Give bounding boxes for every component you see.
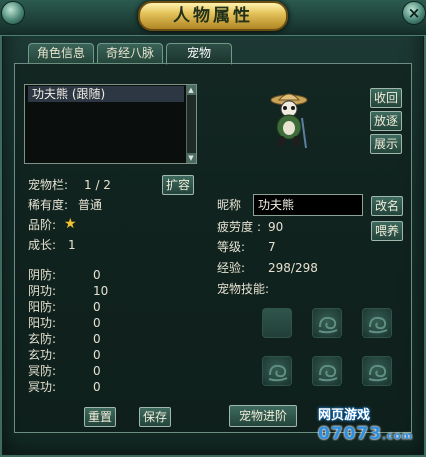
growth-value: 1	[68, 238, 76, 252]
reset-button[interactable]: 重置	[84, 407, 116, 427]
pet-list-scrollbar[interactable]	[186, 85, 196, 163]
experience-label: 经验:	[217, 261, 246, 275]
stat-value: 10	[93, 284, 109, 298]
stat-value: 0	[93, 380, 101, 394]
stat-label: 玄功:	[28, 348, 57, 362]
fatigue-value: 90	[268, 220, 284, 234]
skill-swirl-icon	[368, 364, 388, 382]
level-label: 等级:	[217, 240, 246, 254]
stat-label: 阴功:	[28, 284, 57, 298]
skill-swirl-icon	[318, 316, 338, 334]
skill-slot[interactable]	[362, 308, 392, 338]
window-ornament-icon	[1, 1, 25, 25]
show-button[interactable]: 展示	[370, 134, 402, 154]
nickname-input[interactable]: 功夫熊	[253, 194, 363, 216]
close-icon[interactable]: ×	[402, 1, 426, 25]
grade-label: 品阶:	[28, 218, 57, 232]
pet-advance-button[interactable]: 宠物进阶	[229, 405, 297, 427]
stat-value: 0	[93, 268, 101, 282]
pet-slots-label: 宠物栏:	[28, 178, 69, 192]
fatigue-separator: :	[257, 220, 262, 234]
stat-value: 0	[93, 316, 101, 330]
stat-value: 0	[93, 332, 101, 346]
rarity-value: 普通	[78, 198, 103, 212]
rename-button[interactable]: 改名	[371, 196, 403, 216]
stat-label: 玄防:	[28, 332, 57, 346]
skill-slot[interactable]	[262, 308, 292, 338]
skill-swirl-icon	[268, 364, 288, 382]
release-button[interactable]: 放逐	[370, 111, 402, 131]
nickname-label: 昵称	[217, 198, 242, 212]
skill-swirl-icon	[318, 364, 338, 382]
tab-pet[interactable]: 宠物	[166, 43, 232, 65]
skill-slot[interactable]	[362, 356, 392, 386]
skill-swirl-icon	[368, 316, 388, 334]
stat-label: 阳功:	[28, 316, 57, 330]
stat-value: 0	[93, 300, 101, 314]
watermark-number: 07073	[318, 424, 383, 444]
skill-slot[interactable]	[312, 356, 342, 386]
grade-star-icon: ★	[64, 216, 77, 232]
experience-value: 298/298	[268, 261, 318, 275]
save-button[interactable]: 保存	[139, 407, 171, 427]
stat-label: 阴防:	[28, 268, 57, 282]
recall-button[interactable]: 收回	[370, 88, 402, 108]
watermark-text-bottom: 07073.com	[318, 424, 413, 444]
rarity-label: 稀有度:	[28, 198, 69, 212]
pet-skills-label: 宠物技能:	[217, 282, 270, 296]
stat-label: 阳防:	[28, 300, 57, 314]
feed-button[interactable]: 喂养	[371, 221, 403, 241]
expand-slots-button[interactable]: 扩容	[162, 175, 194, 195]
skill-slot[interactable]	[262, 356, 292, 386]
level-value: 7	[268, 240, 276, 254]
stat-value: 0	[93, 348, 101, 362]
pet-portrait	[266, 90, 312, 152]
skill-slot[interactable]	[312, 308, 342, 338]
tab-character-info[interactable]: 角色信息	[28, 43, 94, 64]
fatigue-label: 疲劳度	[217, 220, 254, 234]
window-title: 人物属性	[173, 6, 253, 26]
stat-label: 冥功:	[28, 380, 57, 394]
watermark-suffix: .com	[382, 431, 414, 442]
stat-label: 冥防:	[28, 364, 57, 378]
growth-label: 成长:	[28, 238, 57, 252]
scroll-down-icon[interactable]: ▼	[186, 153, 196, 163]
scroll-up-icon[interactable]: ▲	[186, 85, 196, 95]
tab-meridians[interactable]: 奇经八脉	[97, 43, 163, 64]
pet-list-item[interactable]: 功夫熊 (跟随)	[28, 86, 184, 102]
stat-value: 0	[93, 364, 101, 378]
watermark-text-top: 网页游戏	[318, 408, 371, 423]
pet-slots-value: 1 / 2	[84, 178, 111, 192]
